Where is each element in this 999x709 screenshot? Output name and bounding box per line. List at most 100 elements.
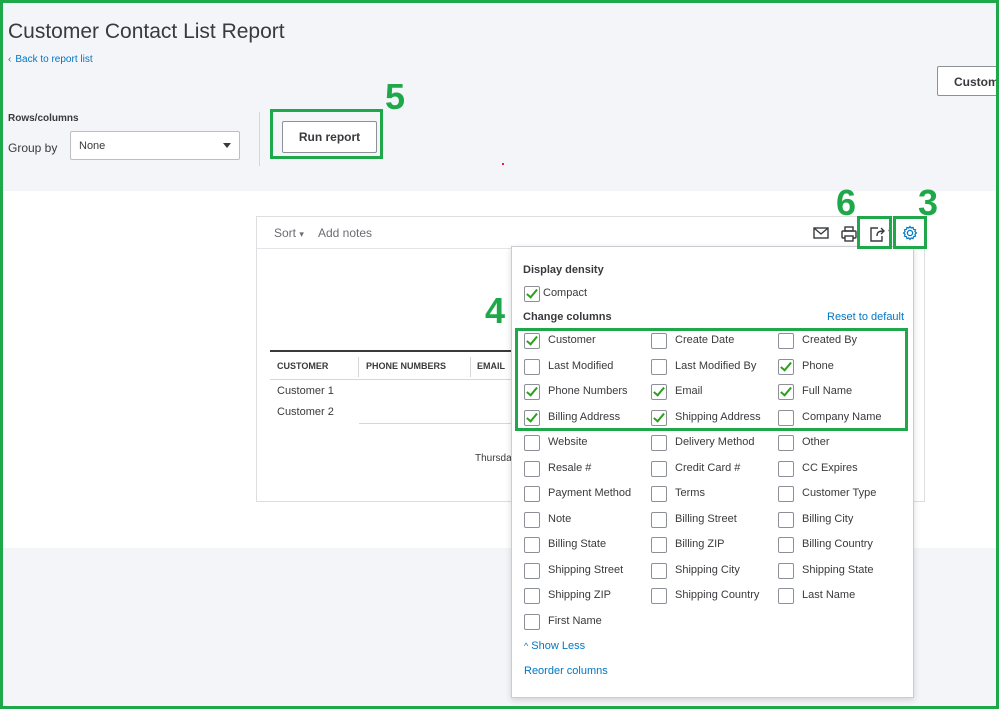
- column-label-shipping-address: Shipping Address: [675, 411, 761, 423]
- column-checkbox-billing-street[interactable]: [651, 512, 667, 528]
- column-checkbox-phone[interactable]: [778, 359, 794, 375]
- column-checkbox-delivery-method[interactable]: [651, 435, 667, 451]
- reorder-columns-link[interactable]: Reorder columns: [524, 665, 608, 677]
- print-icon[interactable]: [841, 226, 857, 242]
- column-label-billing-address: Billing Address: [548, 411, 621, 423]
- column-divider: [470, 357, 471, 377]
- column-checkbox-shipping-zip[interactable]: [524, 588, 540, 604]
- checkmark-icon: [653, 384, 665, 397]
- column-checkbox-website[interactable]: [524, 435, 540, 451]
- column-label-shipping-street: Shipping Street: [548, 564, 624, 576]
- column-label-shipping-country: Shipping Country: [675, 589, 760, 601]
- column-checkbox-shipping-street[interactable]: [524, 563, 540, 579]
- step-number-6: 6: [836, 182, 857, 223]
- checkmark-icon: [526, 384, 538, 397]
- column-label-billing-city: Billing City: [802, 513, 854, 525]
- column-checkbox-shipping-city[interactable]: [651, 563, 667, 579]
- column-checkbox-billing-city[interactable]: [778, 512, 794, 528]
- group-by-select[interactable]: None: [70, 131, 240, 160]
- column-checkbox-shipping-address[interactable]: [651, 410, 667, 426]
- column-checkbox-billing-country[interactable]: [778, 537, 794, 553]
- column-label-shipping-zip: Shipping ZIP: [548, 589, 611, 601]
- column-label-payment-method: Payment Method: [548, 487, 632, 499]
- column-label-customer-type: Customer Type: [802, 487, 877, 499]
- column-checkbox-billing-address[interactable]: [524, 410, 540, 426]
- export-icon[interactable]: [869, 226, 887, 242]
- sort-menu[interactable]: Sort ▾: [274, 226, 304, 240]
- customize-button[interactable]: Customize: [937, 66, 999, 96]
- column-label-full-name: Full Name: [802, 385, 853, 397]
- column-label-created-by: Created By: [802, 334, 858, 346]
- column-checkbox-shipping-country[interactable]: [651, 588, 667, 604]
- column-checkbox-customer-type[interactable]: [778, 486, 794, 502]
- column-checkbox-resale[interactable]: [524, 461, 540, 477]
- column-checkbox-cc-expires[interactable]: [778, 461, 794, 477]
- column-label-billing-state: Billing State: [548, 538, 607, 550]
- back-link-label: Back to report list: [15, 54, 93, 65]
- column-checkbox-shipping-state[interactable]: [778, 563, 794, 579]
- checkmark-icon: [780, 359, 792, 372]
- column-checkbox-create-date[interactable]: [651, 333, 667, 349]
- run-report-button[interactable]: Run report: [282, 121, 377, 153]
- checkmark-icon: [653, 410, 665, 423]
- column-label-last-name: Last Name: [802, 589, 856, 601]
- column-label-shipping-city: Shipping City: [675, 564, 740, 576]
- column-checkbox-full-name[interactable]: [778, 384, 794, 400]
- column-checkbox-terms[interactable]: [651, 486, 667, 502]
- page-title: Customer Contact List Report: [8, 20, 285, 43]
- column-label-note: Note: [548, 513, 572, 525]
- column-checkbox-first-name[interactable]: [524, 614, 540, 630]
- column-label-last-modified: Last Modified: [548, 360, 614, 372]
- report-header: Customer Contact List Report ‹ Back to re…: [3, 3, 999, 191]
- column-checkbox-last-modified[interactable]: [524, 359, 540, 375]
- column-checkbox-note[interactable]: [524, 512, 540, 528]
- column-label-billing-street: Billing Street: [675, 513, 737, 525]
- checkmark-icon: [526, 410, 538, 423]
- caret-down-icon[interactable]: ▾: [888, 227, 892, 236]
- column-checkbox-phone-numbers[interactable]: [524, 384, 540, 400]
- column-checkbox-last-name[interactable]: [778, 588, 794, 604]
- checkmark-icon: [526, 333, 538, 346]
- group-by-label: Group by: [8, 141, 58, 155]
- column-label-create-date: Create Date: [675, 334, 735, 346]
- rows-columns-label: Rows/columns: [8, 113, 79, 124]
- divider: [259, 112, 260, 166]
- table-row[interactable]: Customer 1: [277, 385, 334, 397]
- report-footer-date: Thursda: [475, 453, 512, 464]
- table-row[interactable]: Customer 2: [277, 406, 334, 418]
- change-columns-title: Change columns: [523, 311, 612, 323]
- column-checkbox-created-by[interactable]: [778, 333, 794, 349]
- sort-label: Sort: [274, 226, 297, 240]
- column-label-first-name: First Name: [548, 615, 602, 627]
- column-checkbox-credit-card[interactable]: [651, 461, 667, 477]
- column-label-customer: Customer: [548, 334, 596, 346]
- compact-checkbox[interactable]: [524, 286, 540, 302]
- column-checkbox-billing-state[interactable]: [524, 537, 540, 553]
- reset-to-default-link[interactable]: Reset to default: [827, 311, 904, 323]
- column-checkbox-billing-zip[interactable]: [651, 537, 667, 553]
- column-checkbox-email[interactable]: [651, 384, 667, 400]
- column-label-shipping-state: Shipping State: [802, 564, 874, 576]
- column-header-email[interactable]: EMAIL: [477, 361, 505, 371]
- step-number-4: 4: [485, 290, 506, 331]
- chevron-left-icon: ‹: [8, 54, 12, 65]
- column-label-terms: Terms: [675, 487, 705, 499]
- back-to-report-list-link[interactable]: ‹ Back to report list: [8, 54, 93, 65]
- checkmark-icon: [780, 384, 792, 397]
- gear-icon[interactable]: [902, 225, 918, 241]
- email-icon[interactable]: [813, 226, 829, 240]
- chevron-up-icon: ^: [524, 641, 529, 651]
- column-header-phone-numbers[interactable]: PHONE NUMBERS: [366, 361, 446, 371]
- column-checkbox-customer[interactable]: [524, 333, 540, 349]
- column-checkbox-last-modified-by[interactable]: [651, 359, 667, 375]
- caret-down-icon: ▾: [299, 229, 304, 239]
- column-label-billing-country: Billing Country: [802, 538, 873, 550]
- show-less-link[interactable]: ^ Show Less: [524, 640, 585, 652]
- column-label-phone-numbers: Phone Numbers: [548, 385, 628, 397]
- red-dot: [502, 163, 504, 165]
- column-header-customer[interactable]: CUSTOMER: [277, 361, 328, 371]
- column-checkbox-company-name[interactable]: [778, 410, 794, 426]
- add-notes-link[interactable]: Add notes: [318, 226, 372, 240]
- column-checkbox-payment-method[interactable]: [524, 486, 540, 502]
- column-checkbox-other[interactable]: [778, 435, 794, 451]
